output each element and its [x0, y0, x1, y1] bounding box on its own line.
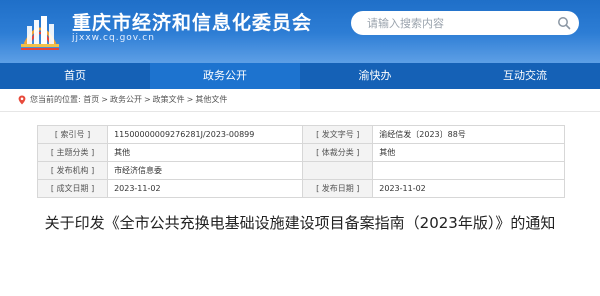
table-row: [ 索引号 ] 11500000009276281J/2023-00899 [ …: [36, 125, 565, 144]
info-value-empty: [372, 161, 565, 180]
site-domain: jjxxw.cq.gov.cn: [72, 33, 155, 43]
site-title[interactable]: 重庆市经济和信息化委员会: [72, 8, 312, 35]
info-label-written-date: [ 成文日期 ]: [36, 179, 109, 198]
info-label-empty: [302, 161, 374, 180]
search-icon[interactable]: [557, 16, 571, 30]
nav-item-yukuaiban[interactable]: 渝快办: [300, 63, 450, 89]
breadcrumb-other-documents-link[interactable]: 其他文件: [195, 95, 227, 104]
breadcrumb-separator: >: [143, 95, 151, 104]
main-nav: 首页 政务公开 渝快办 互动交流: [0, 63, 600, 89]
breadcrumb-separator: >: [101, 95, 108, 104]
info-label-genre: [ 体裁分类 ]: [302, 143, 374, 162]
nav-item-government-affairs[interactable]: 政务公开: [150, 63, 300, 89]
breadcrumb-separator: >: [186, 95, 194, 104]
site-header: 重庆市经济和信息化委员会 jjxxw.cq.gov.cn: [0, 0, 600, 63]
info-value-doc-number: 渝经信发〔2023〕88号: [372, 125, 565, 144]
location-pin-icon: [18, 95, 26, 104]
info-label-publish-date: [ 发布日期 ]: [302, 179, 374, 198]
info-label-doc-number: [ 发文字号 ]: [302, 125, 374, 144]
article-title: 关于印发《全市公共充换电基础设施建设项目备案指南（2023年版）》的通知: [44, 214, 556, 232]
breadcrumb-policy-documents-link[interactable]: 政策文件: [153, 95, 185, 104]
search-box: [351, 11, 579, 35]
info-label-topic: [ 主题分类 ]: [36, 143, 109, 162]
info-value-publish-date: 2023-11-02: [372, 179, 565, 198]
info-label-publisher: [ 发布机构 ]: [36, 161, 109, 180]
table-row: [ 发布机构 ] 市经济信息委: [36, 161, 565, 180]
info-label-index: [ 索引号 ]: [36, 125, 109, 144]
info-value-genre: 其他: [372, 143, 565, 162]
table-row: [ 成文日期 ] 2023-11-02 [ 发布日期 ] 2023-11-02: [36, 179, 565, 198]
nav-item-home[interactable]: 首页: [0, 63, 150, 89]
document-info-table: [ 索引号 ] 11500000009276281J/2023-00899 [ …: [36, 125, 565, 198]
breadcrumb-government-affairs-link[interactable]: 政务公开: [110, 95, 142, 104]
breadcrumb: 您当前的位置: 首页 > 政务公开 > 政策文件 > 其他文件: [0, 89, 600, 112]
info-value-written-date: 2023-11-02: [107, 179, 304, 198]
info-value-publisher: 市经济信息委: [107, 161, 304, 180]
site-logo-icon[interactable]: [17, 4, 63, 52]
search-input[interactable]: [367, 11, 551, 35]
info-value-index: 11500000009276281J/2023-00899: [107, 125, 304, 144]
info-value-topic: 其他: [107, 143, 304, 162]
breadcrumb-home-link[interactable]: 首页: [83, 95, 99, 104]
nav-item-interaction[interactable]: 互动交流: [450, 63, 600, 89]
table-row: [ 主题分类 ] 其他 [ 体裁分类 ] 其他: [36, 143, 565, 162]
breadcrumb-prefix: 您当前的位置:: [30, 95, 81, 104]
